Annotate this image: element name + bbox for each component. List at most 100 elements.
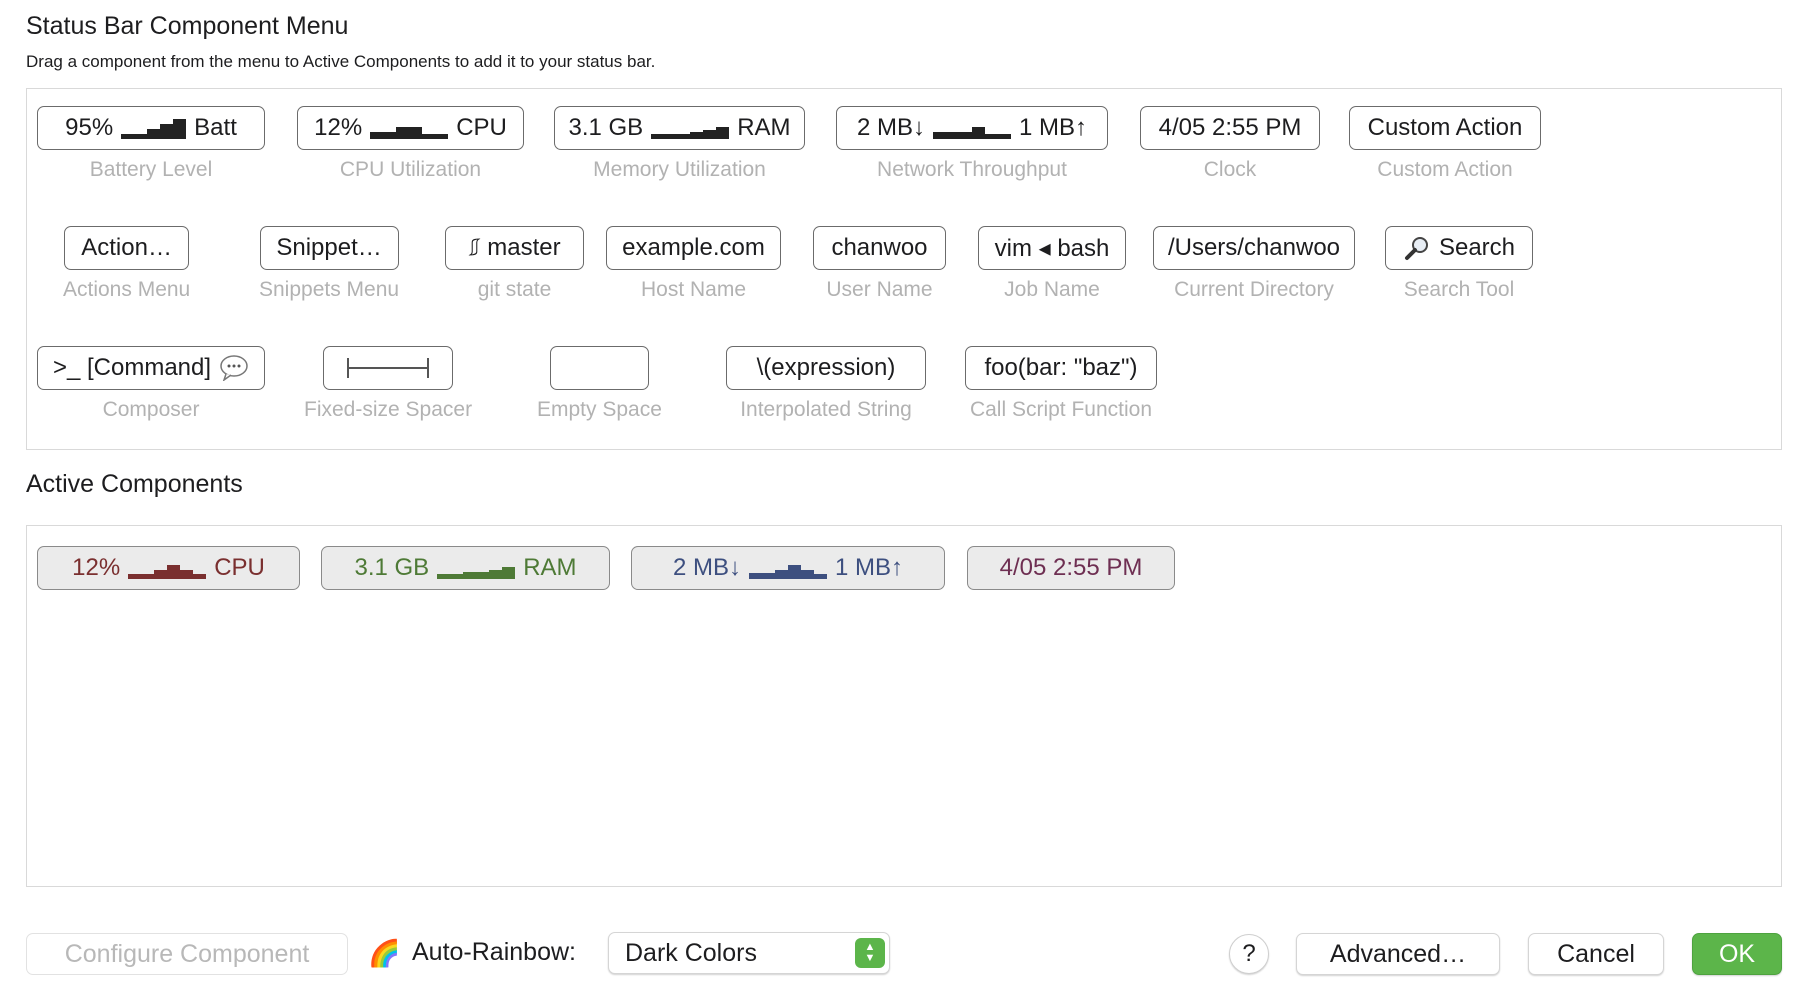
auto-rainbow-select[interactable]: Dark Colors ▲ ▼ [608,932,890,974]
sparkline-icon [128,557,207,579]
ok-button[interactable]: OK [1692,933,1782,975]
current-directory-label: Current Directory [1174,278,1334,301]
clock-chip[interactable]: 4/05 2:55 PM [1140,106,1320,150]
active-components-title: Active Components [26,470,243,498]
empty-space-component[interactable]: Empty Space [537,346,662,422]
snippets-menu-chip[interactable]: Snippet… [259,226,399,270]
actions-menu-chip[interactable]: Action… [64,226,190,270]
actions-menu-component[interactable]: Action… Actions Menu [63,226,190,302]
memory-utilization-chip[interactable]: 3.1 GB RAM [554,106,805,150]
spacer-icon [347,358,430,378]
git-state-label: git state [477,278,552,301]
cpu-utilization-label: CPU Utilization [339,158,482,181]
git-state-chip[interactable]: ⎎ master [445,226,584,270]
auto-rainbow-label: Auto-Rainbow: [412,938,576,966]
host-name-component[interactable]: example.com Host Name [606,226,781,302]
active-network-chip[interactable]: 2 MB↓ 1 MB↑ [631,546,945,590]
active-cpu-value: 12% [72,554,121,581]
composer-text: >_ [Command] [52,354,212,381]
page-title: Status Bar Component Menu [26,12,349,40]
job-name-chip[interactable]: vim ◂ bash [978,226,1126,270]
clock-component[interactable]: 4/05 2:55 PM Clock [1140,106,1320,182]
sparkline-icon [437,557,516,579]
interpolated-string-component[interactable]: \(expression) Interpolated String [726,346,926,422]
current-directory-chip[interactable]: /Users/chanwoo [1153,226,1355,270]
memory-utilization-label: Memory Utilization [593,158,766,181]
search-tool-component[interactable]: Search Search Tool [1385,226,1533,302]
active-cpu-unit: CPU [214,554,265,581]
search-tool-label: Search Tool [1403,278,1515,301]
network-throughput-chip[interactable]: 2 MB↓ 1 MB↑ [836,106,1108,150]
active-memory-chip[interactable]: 3.1 GB RAM [321,546,610,590]
git-state-component[interactable]: ⎎ master git state [445,226,584,302]
cpu-utilization-chip[interactable]: 12% CPU [297,106,524,150]
empty-space-label: Empty Space [537,398,662,421]
magnifier-icon [1404,237,1428,260]
search-tool-text: Search [1438,234,1516,261]
call-script-function-component[interactable]: foo(bar: "baz") Call Script Function [965,346,1157,422]
user-name-component[interactable]: chanwoo User Name [813,226,946,302]
snippets-menu-label: Snippets Menu [259,278,400,301]
custom-action-chip[interactable]: Custom Action [1349,106,1541,150]
composer-chip[interactable]: >_ [Command] [37,346,265,390]
network-up: 1 MB↑ [1019,114,1088,141]
select-stepper-icon: ▲ ▼ [855,938,885,968]
fixed-size-spacer-component[interactable]: Fixed-size Spacer [304,346,472,422]
host-name-label: Host Name [640,278,747,301]
speech-bubble-icon [220,355,248,381]
composer-label: Composer [102,398,200,421]
sparkline-icon [370,117,449,139]
battery-level-component[interactable]: 95% Batt Battery Level [37,106,265,182]
sparkline-icon [651,117,730,139]
call-script-function-label: Call Script Function [969,398,1153,421]
memory-value: 3.1 GB [568,114,644,141]
sparkline-icon [933,117,1011,139]
sparkline-icon [749,557,827,579]
custom-action-label: Custom Action [1377,158,1513,181]
battery-value: 95% [65,114,114,141]
active-components-panel[interactable]: 12% CPU 3.1 GB RAM 2 MB↓ 1 MB↑ 4/05 2:55… [26,525,1782,887]
battery-unit: Batt [194,114,237,141]
network-throughput-component[interactable]: 2 MB↓ 1 MB↑ Network Throughput [836,106,1108,182]
active-network-down: 2 MB↓ [672,554,741,581]
clock-label: Clock [1203,158,1257,181]
memory-utilization-component[interactable]: 3.1 GB RAM Memory Utilization [554,106,805,182]
configure-component-button[interactable]: Configure Component [26,933,348,975]
snippets-menu-component[interactable]: Snippet… Snippets Menu [259,226,399,302]
active-memory-value: 3.1 GB [354,554,430,581]
job-name-label: Job Name [1004,278,1100,301]
memory-unit: RAM [737,114,791,141]
user-name-label: User Name [826,278,933,301]
battery-level-chip[interactable]: 95% Batt [37,106,265,150]
search-tool-chip[interactable]: Search [1385,226,1533,270]
network-down: 2 MB↓ [856,114,925,141]
advanced-button[interactable]: Advanced… [1296,933,1500,975]
cpu-value: 12% [314,114,363,141]
help-button[interactable]: ? [1229,934,1269,974]
rainbow-icon: 🌈 [368,938,401,968]
page-subtitle: Drag a component from the menu to Active… [26,52,656,71]
user-name-chip[interactable]: chanwoo [813,226,946,270]
interpolated-string-label: Interpolated String [740,398,912,421]
host-name-chip[interactable]: example.com [606,226,781,270]
network-throughput-label: Network Throughput [877,158,1067,181]
active-clock-chip[interactable]: 4/05 2:55 PM [967,546,1175,590]
active-network-up: 1 MB↑ [835,554,904,581]
auto-rainbow-select-value: Dark Colors [625,938,757,967]
call-script-function-chip[interactable]: foo(bar: "baz") [965,346,1157,390]
active-memory-unit: RAM [523,554,577,581]
composer-component[interactable]: >_ [Command] Composer [37,346,265,422]
empty-space-chip[interactable] [549,346,649,390]
fixed-size-spacer-chip[interactable] [323,346,454,390]
actions-menu-label: Actions Menu [63,278,191,301]
active-cpu-chip[interactable]: 12% CPU [37,546,300,590]
cancel-button[interactable]: Cancel [1528,933,1664,975]
interpolated-string-chip[interactable]: \(expression) [726,346,926,390]
battery-level-label: Battery Level [89,158,213,181]
sparkline-icon [121,117,187,139]
custom-action-component[interactable]: Custom Action Custom Action [1349,106,1541,182]
current-directory-component[interactable]: /Users/chanwoo Current Directory [1153,226,1355,302]
component-menu-panel: 95% Batt Battery Level 12% CPU CPU Utili… [26,88,1782,450]
cpu-utilization-component[interactable]: 12% CPU CPU Utilization [297,106,524,182]
job-name-component[interactable]: vim ◂ bash Job Name [978,226,1126,302]
